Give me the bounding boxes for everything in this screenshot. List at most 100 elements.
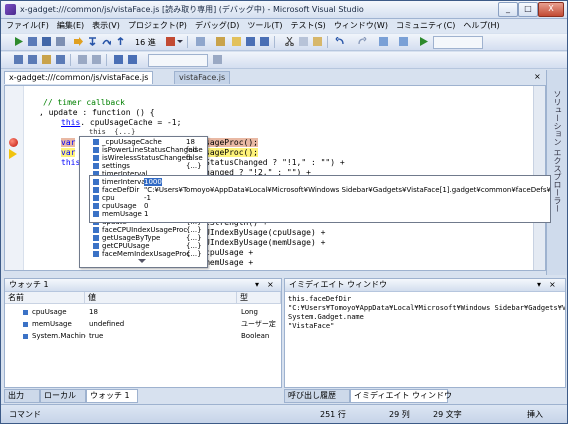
- status-mode: コマンド: [9, 410, 41, 419]
- breakpoints-window-icon[interactable]: [166, 37, 175, 46]
- restart-icon[interactable]: [56, 37, 65, 46]
- datatip-settings[interactable]: timerInterval 1000 faceDefDir "C:¥Users¥To…: [89, 175, 551, 223]
- stop-icon[interactable]: [42, 37, 51, 46]
- datatip-row[interactable]: memUsage 1: [90, 210, 550, 218]
- menu-tools[interactable]: ツール(T): [244, 19, 285, 33]
- continue-icon[interactable]: [14, 37, 23, 46]
- tab-immediate-window[interactable]: イミディエイト ウィンドウ: [350, 389, 452, 403]
- table-row[interactable]: memUsage undefined ユーザー定: [5, 319, 281, 330]
- paste-icon[interactable]: [313, 37, 322, 46]
- copy-icon[interactable]: [299, 37, 308, 46]
- datatip-row[interactable]: _cpuUsageCache 18: [80, 138, 207, 146]
- column-header-type[interactable]: 型: [237, 292, 281, 304]
- save-icon[interactable]: [246, 37, 255, 46]
- navigate-forward-icon[interactable]: [399, 37, 408, 46]
- table-row[interactable]: System.Machine.I true Boolean: [5, 331, 281, 342]
- increase-indent-icon[interactable]: [92, 55, 101, 64]
- step-out-icon[interactable]: [116, 37, 125, 46]
- step-over-icon[interactable]: [102, 37, 112, 46]
- code-line: var: [61, 138, 76, 147]
- tab-output[interactable]: 出力: [4, 389, 40, 403]
- datatip-row[interactable]: isPowerLineStatusChanged false: [80, 146, 207, 154]
- table-row[interactable]: cpuUsage 18 Long: [5, 307, 281, 318]
- menu-view[interactable]: 表示(V): [89, 19, 123, 33]
- cut-icon[interactable]: [285, 36, 294, 47]
- tab-vistaface-js[interactable]: vistaFace.js: [174, 71, 231, 84]
- tab-watch-1[interactable]: ウォッチ 1: [86, 389, 138, 403]
- add-item-icon[interactable]: [216, 37, 225, 46]
- code-keyword: var: [61, 148, 76, 157]
- close-button[interactable]: X: [538, 2, 564, 17]
- break-all-icon[interactable]: [28, 37, 37, 46]
- hex-toggle[interactable]: 16 進: [135, 37, 156, 48]
- tab-locals[interactable]: ローカル: [40, 389, 86, 403]
- object-icon: [93, 203, 99, 209]
- datatip-row[interactable]: faceMemIndexUsageProc {...}: [80, 250, 207, 258]
- decrease-indent-icon[interactable]: [78, 55, 87, 64]
- menu-debug[interactable]: デバッグ(D): [192, 19, 242, 33]
- close-panel-icon[interactable]: ×: [549, 279, 556, 291]
- parameter-info-icon[interactable]: [28, 55, 37, 64]
- minimize-button[interactable]: _: [498, 2, 518, 17]
- variable-icon: [23, 322, 28, 327]
- undo-icon[interactable]: [335, 36, 344, 46]
- datatip-row[interactable]: settings {...}: [80, 162, 207, 170]
- show-next-statement-icon[interactable]: [74, 37, 83, 46]
- new-project-icon[interactable]: [196, 37, 205, 46]
- complete-word-icon[interactable]: [56, 55, 65, 64]
- status-insert-mode: 挿入: [527, 410, 543, 419]
- object-icon: [93, 251, 99, 257]
- tab-call-stack[interactable]: 呼び出し履歴: [284, 389, 350, 403]
- watch-panel: ウォッチ 1 ▾ × 名前 値 型 cpuUsage 18 Long memUs…: [4, 278, 282, 388]
- datatip-row[interactable]: isWirelessStatusChanged false: [80, 154, 207, 162]
- solution-explorer-label[interactable]: ソリューション エクスプローラー: [551, 90, 563, 213]
- menu-community[interactable]: コミュニティ(C): [393, 19, 458, 33]
- menu-file[interactable]: ファイル(F): [3, 19, 52, 33]
- main-window: x-gadget:///common/js/vistaFace.js [読み取り…: [0, 0, 568, 424]
- code-line: StatusChanged ? "!1," : "") +: [205, 158, 345, 167]
- navigate-backward-icon[interactable]: [379, 37, 388, 46]
- toolbar-separator: [327, 36, 328, 48]
- datatip-row[interactable]: getUsageByType {...}: [80, 234, 207, 242]
- solution-explorer-panel[interactable]: ソリューション エクスプローラー: [546, 70, 567, 275]
- datatip-row[interactable]: getCPUUsage {...}: [80, 242, 207, 250]
- datatip-row[interactable]: cpu -1: [90, 194, 550, 202]
- tab-vistaface-js-debug[interactable]: x-gadget:///common/js/vistaFace.js: [4, 71, 154, 84]
- step-into-icon[interactable]: [88, 37, 97, 46]
- menu-test[interactable]: テスト(S): [287, 19, 328, 33]
- close-document-icon[interactable]: ×: [534, 72, 541, 81]
- menu-edit[interactable]: 編集(E): [54, 19, 87, 33]
- find-combo[interactable]: [148, 54, 208, 67]
- menu-help[interactable]: ヘルプ(H): [460, 19, 502, 33]
- comment-out-icon[interactable]: [114, 55, 123, 64]
- code-line: var: [61, 148, 76, 157]
- datatip-row[interactable]: faceCPUIndexUsageProc {...}: [80, 226, 207, 234]
- solution-configuration-combo[interactable]: [433, 36, 483, 49]
- maximize-button[interactable]: □: [518, 2, 538, 17]
- text-editor-toolbar: [1, 52, 567, 69]
- column-header-value[interactable]: 値: [85, 292, 237, 304]
- datatip-row[interactable]: faceDefDir "C:¥Users¥Tomoyo¥AppData¥Local…: [90, 186, 550, 194]
- debug-toolbar: 16 進: [1, 34, 567, 51]
- find-in-files-icon[interactable]: [213, 55, 222, 64]
- start-debugging-icon[interactable]: [419, 37, 428, 46]
- display-object-member-list-icon[interactable]: [14, 55, 23, 64]
- close-panel-icon[interactable]: ×: [267, 279, 274, 291]
- dropdown-arrow-icon[interactable]: [177, 40, 183, 43]
- redo-icon[interactable]: [358, 36, 367, 46]
- datatip-row[interactable]: cpuUsage 0: [90, 202, 550, 210]
- save-all-icon[interactable]: [260, 37, 269, 46]
- immediate-window-panel[interactable]: イミディエイト ウィンドウ ▾ × this.faceDefDir "C:¥Us…: [284, 278, 566, 388]
- datatip-scroll-down-icon[interactable]: [138, 259, 146, 263]
- breakpoint-icon[interactable]: [9, 138, 18, 147]
- pin-icon[interactable]: ▾: [255, 279, 259, 291]
- open-file-icon[interactable]: [232, 37, 241, 46]
- uncomment-icon[interactable]: [128, 55, 137, 64]
- editor-gutter[interactable]: [5, 86, 24, 270]
- quick-info-icon[interactable]: [42, 55, 51, 64]
- datatip-row[interactable]: timerInterval 1000: [90, 178, 550, 186]
- column-header-name[interactable]: 名前: [5, 292, 85, 304]
- menu-window[interactable]: ウィンドウ(W): [331, 19, 391, 33]
- pin-icon[interactable]: ▾: [537, 279, 541, 291]
- menu-project[interactable]: プロジェクト(P): [125, 19, 190, 33]
